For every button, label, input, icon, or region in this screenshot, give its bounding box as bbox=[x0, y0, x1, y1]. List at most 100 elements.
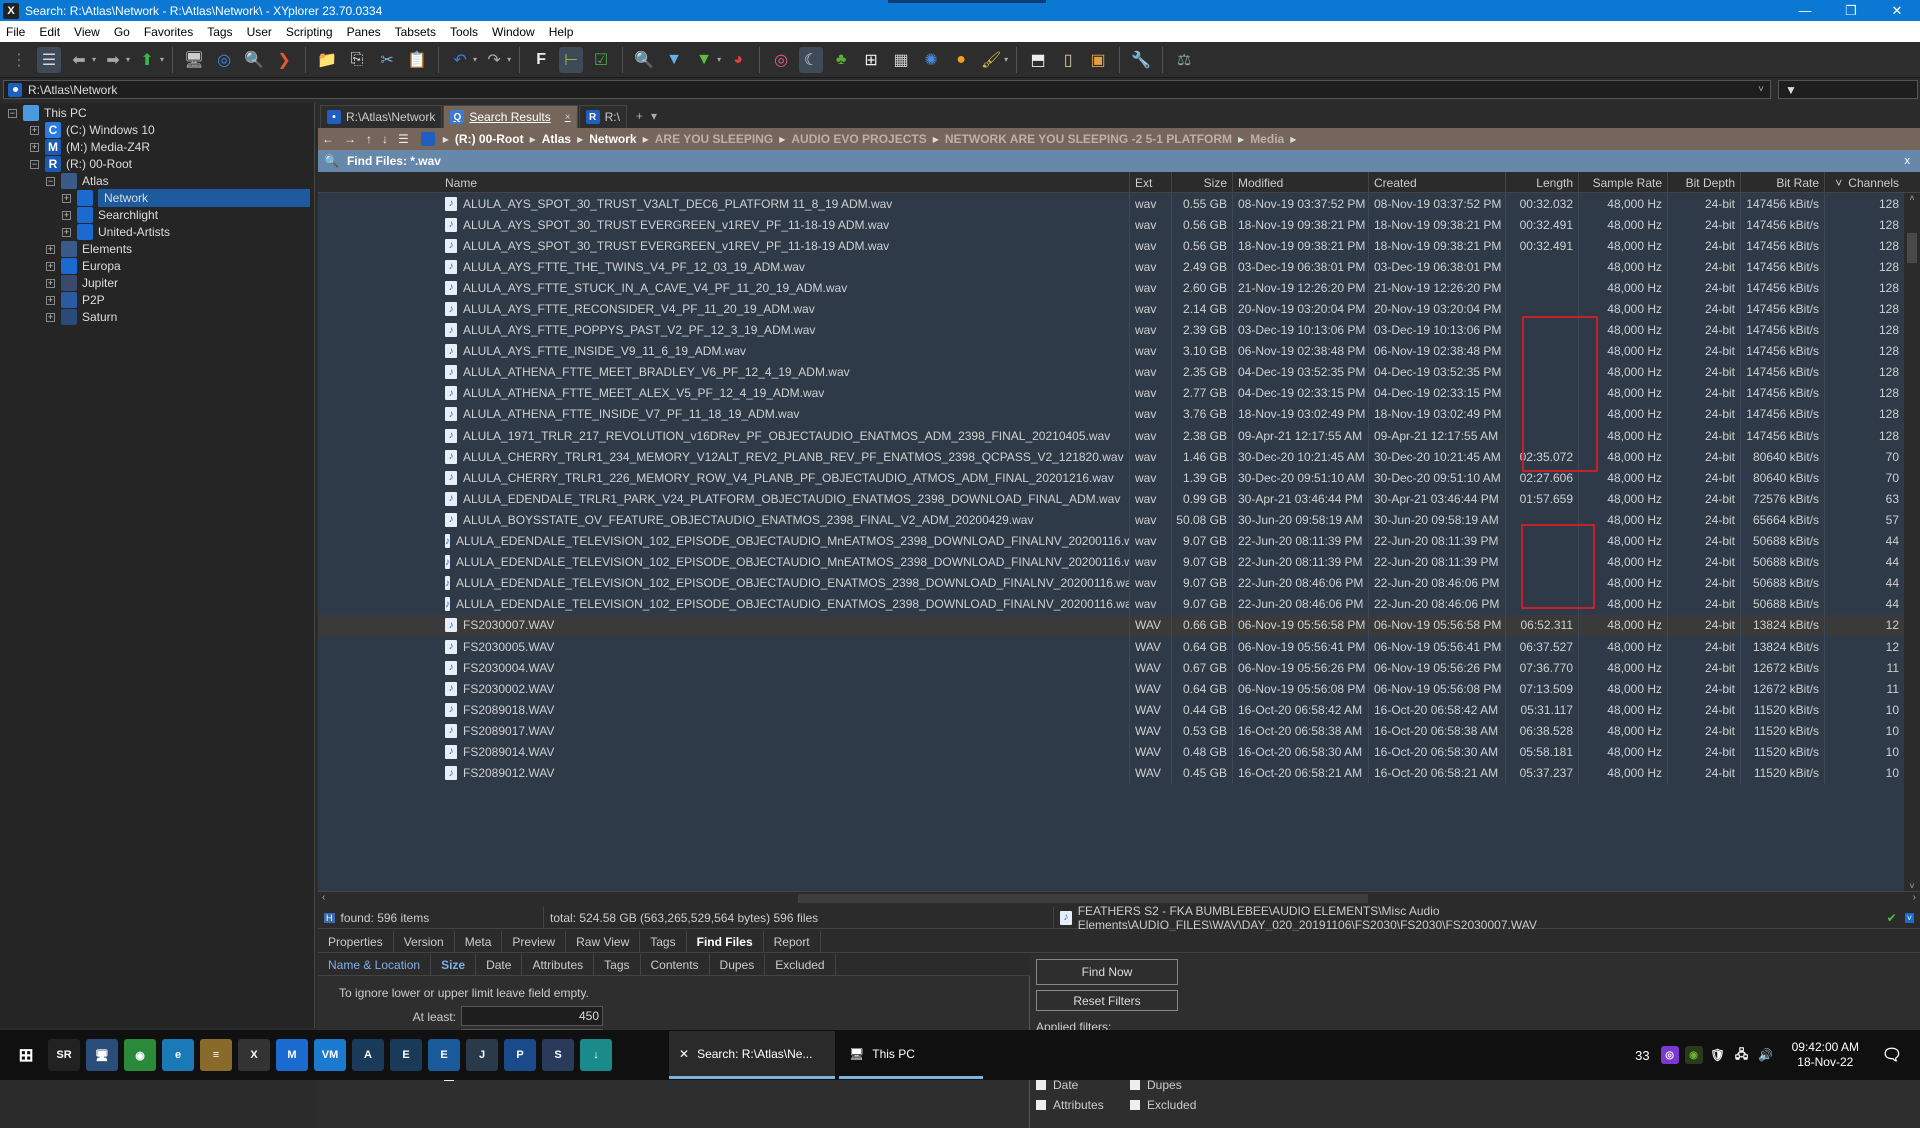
info-tab-raw-view[interactable]: Raw View bbox=[566, 931, 641, 952]
filter-checkbox-excluded[interactable]: Excluded bbox=[1130, 1098, 1196, 1112]
menu-favorites[interactable]: Favorites bbox=[144, 25, 193, 39]
table-row[interactable]: ♪ ALULA_AYS_FTTE_RECONSIDER_V4_PF_11_20_1… bbox=[318, 298, 1904, 320]
tray-app-icon[interactable]: ◎ bbox=[1660, 1046, 1679, 1064]
vertical-scrollbar[interactable]: ˄ ˅ bbox=[1904, 193, 1920, 891]
scroll-left-icon[interactable]: ‹ bbox=[322, 892, 325, 903]
info-tab-meta[interactable]: Meta bbox=[455, 931, 503, 952]
column-header-name[interactable]: Name bbox=[440, 172, 1130, 193]
colors-icon[interactable]: ● bbox=[949, 47, 973, 73]
info-tab-preview[interactable]: Preview bbox=[502, 931, 567, 952]
menu-go[interactable]: Go bbox=[114, 25, 130, 39]
clock[interactable]: 09:42:00 AM 18-Nov-22 bbox=[1792, 1040, 1859, 1070]
expander-icon[interactable]: + bbox=[46, 261, 55, 271]
pane-v-icon[interactable]: ▯ bbox=[1056, 47, 1080, 73]
scroll-right-icon[interactable]: › bbox=[1913, 892, 1916, 903]
table-row[interactable]: ♪ ALULA_AYS_FTTE_THE_TWINS_V4_PF_12_03_19… bbox=[318, 256, 1904, 278]
checkbox-icon[interactable]: ☑ bbox=[589, 47, 613, 73]
table-row[interactable]: ♪ ALULA_ATHENA_FTTE_INSIDE_V7_PF_11_18_19… bbox=[318, 403, 1904, 426]
info-tab-tags[interactable]: Tags bbox=[640, 931, 687, 952]
moon-icon[interactable]: ☾ bbox=[799, 46, 824, 73]
tab-r-root[interactable]: R R:\ bbox=[578, 105, 627, 128]
table-row[interactable]: ♪ FS2089014.WAV WAV 0.48 GB 16-Oct-20 06:58:… bbox=[318, 741, 1904, 763]
address-dropdown-icon[interactable]: ˅ bbox=[1758, 84, 1764, 95]
table-row[interactable]: ♪ ALULA_1971_TRLR_217_REVOLUTION_v16DRev_… bbox=[318, 425, 1904, 447]
find-tab-date[interactable]: Date bbox=[476, 954, 523, 975]
taskbar-task-this-pc[interactable]: 🖥 This PC bbox=[839, 1031, 983, 1079]
expander-icon[interactable]: − bbox=[8, 108, 17, 118]
m-icon[interactable]: M bbox=[276, 1039, 308, 1071]
column-header-bit-rate[interactable]: Bit Rate bbox=[1741, 172, 1825, 193]
table-row[interactable]: ♪ ALULA_CHERRY_TRLR1_226_MEMORY_ROW_V4_PL… bbox=[318, 467, 1904, 489]
column-header-sample-rate[interactable]: Sample Rate bbox=[1579, 172, 1668, 193]
brush-dropdown-icon[interactable]: ▾ bbox=[1004, 55, 1008, 64]
goto-icon[interactable]: ❯ bbox=[272, 47, 296, 73]
table-row[interactable]: ♪ FS2030005.WAV WAV 0.64 GB 06-Nov-19 05:56:… bbox=[318, 635, 1904, 658]
pointpoint-drive-icon[interactable]: P bbox=[504, 1039, 536, 1071]
tab-search-results[interactable]: Q Search Results × bbox=[443, 105, 578, 128]
cut-icon[interactable]: ✂ bbox=[375, 47, 399, 73]
table-row[interactable]: ♪ ALULA_AYS_FTTE_STUCK_IN_A_CAVE_V4_PF_11… bbox=[318, 277, 1904, 299]
table-row[interactable]: ♪ ALULA_EDENDALE_TRLR1_PARK_V24_PLATFORM_… bbox=[318, 488, 1904, 510]
menu-edit[interactable]: Edit bbox=[39, 25, 60, 39]
expander-icon[interactable]: + bbox=[30, 125, 39, 135]
find-tab-dupes[interactable]: Dupes bbox=[710, 954, 766, 975]
brush-icon[interactable]: 🖌 bbox=[979, 47, 1003, 73]
filter-checkbox-date[interactable]: Date bbox=[1036, 1078, 1078, 1092]
table-row[interactable]: ♪ FS2089017.WAV WAV 0.53 GB 16-Oct-20 06:58:… bbox=[318, 720, 1904, 742]
table-row[interactable]: ♪ ALULA_AYS_FTTE_POPPYS_PAST_V2_PF_12_3_1… bbox=[318, 319, 1904, 341]
menu-tools[interactable]: Tools bbox=[450, 25, 478, 39]
menu-user[interactable]: User bbox=[247, 25, 272, 39]
table-row[interactable]: ♪ ALULA_EDENDALE_TELEVISION_102_EPISODE_O… bbox=[318, 593, 1904, 615]
find-tab-tags[interactable]: Tags bbox=[594, 954, 641, 975]
paste-icon[interactable]: 📋 bbox=[405, 47, 429, 73]
breadcrumb-item[interactable]: Atlas bbox=[542, 132, 571, 146]
tab-atlas-network[interactable]: • R:\Atlas\Network bbox=[320, 105, 443, 128]
network-icon[interactable]: 🖧 bbox=[1733, 1046, 1751, 1064]
tree-icon[interactable]: ⊢ bbox=[559, 46, 584, 73]
tree-green-icon[interactable]: ♣ bbox=[829, 47, 853, 73]
computer-icon[interactable]: 🖥 bbox=[182, 47, 206, 73]
column-header-bit-depth[interactable]: Bit Depth bbox=[1668, 172, 1741, 193]
expander-icon[interactable]: + bbox=[46, 295, 55, 305]
expander-icon[interactable]: + bbox=[30, 142, 39, 152]
hscroll-thumb[interactable] bbox=[798, 894, 1368, 903]
address-bar[interactable]: R:\Atlas\Network ˅ bbox=[3, 80, 1771, 99]
list-icon[interactable]: ☰ bbox=[398, 132, 409, 146]
table-row[interactable]: ♪ ALULA_AYS_SPOT_30_TRUST EVERGREEN_v1REV… bbox=[318, 235, 1904, 257]
notifications-icon[interactable]: 🗨 bbox=[1876, 1039, 1908, 1071]
status-dropdown-icon[interactable]: ˅ bbox=[1904, 912, 1914, 923]
forward-dropdown-icon[interactable]: ▾ bbox=[126, 55, 130, 64]
column-header-length[interactable]: Length bbox=[1506, 172, 1579, 193]
minimize-button[interactable]: — bbox=[1782, 0, 1828, 21]
live-filter-box[interactable]: ▼ bbox=[1778, 80, 1918, 99]
info-tab-version[interactable]: Version bbox=[394, 931, 455, 952]
chrome-icon[interactable]: ◉ bbox=[124, 1039, 156, 1071]
column-header-size[interactable]: Size bbox=[1172, 172, 1233, 193]
start-windows-icon[interactable]: ⊞ bbox=[10, 1039, 42, 1071]
table-row[interactable]: ♪ FS2030002.WAV WAV 0.64 GB 06-Nov-19 05:56:… bbox=[318, 678, 1904, 700]
find-tab-excluded[interactable]: Excluded bbox=[765, 954, 836, 975]
menu-view[interactable]: View bbox=[74, 25, 100, 39]
up-icon[interactable]: ↑ bbox=[366, 132, 372, 146]
weight-icon[interactable]: ⚖ bbox=[1172, 47, 1196, 73]
download-icon[interactable]: ↓ bbox=[580, 1039, 612, 1071]
table-row[interactable]: ♪ FS2030004.WAV WAV 0.67 GB 06-Nov-19 05:56:… bbox=[318, 657, 1904, 679]
winrar-icon[interactable]: ≡ bbox=[200, 1039, 232, 1071]
breadcrumb-item[interactable]: Media bbox=[1250, 132, 1284, 146]
filter-icon[interactable]: ▼ bbox=[662, 47, 686, 73]
find-tab-size[interactable]: Size bbox=[431, 954, 477, 975]
font-icon[interactable]: F bbox=[529, 47, 553, 73]
up-dropdown-icon[interactable]: ▾ bbox=[160, 55, 164, 64]
expander-icon[interactable]: − bbox=[46, 176, 55, 186]
column-header-modified[interactable]: Modified bbox=[1233, 172, 1369, 193]
menu-window[interactable]: Window bbox=[492, 25, 535, 39]
column-header-ext[interactable]: Ext bbox=[1130, 172, 1172, 193]
filter-checkbox-dupes[interactable]: Dupes bbox=[1130, 1078, 1182, 1092]
jupiter-drive-icon[interactable]: J bbox=[466, 1039, 498, 1071]
menu-help[interactable]: Help bbox=[549, 25, 574, 39]
table-row[interactable]: ♪ ALULA_EDENDALE_TELEVISION_102_EPISODE_O… bbox=[318, 572, 1904, 594]
undo-icon[interactable]: ↶ bbox=[448, 47, 472, 73]
table-row[interactable]: ♪ ALULA_AYS_FTTE_INSIDE_V9_11_6_19_ADM.wa… bbox=[318, 340, 1904, 362]
volume-icon[interactable]: 🔊 bbox=[1757, 1046, 1775, 1064]
filter-checkbox-attributes[interactable]: Attributes bbox=[1036, 1098, 1104, 1112]
